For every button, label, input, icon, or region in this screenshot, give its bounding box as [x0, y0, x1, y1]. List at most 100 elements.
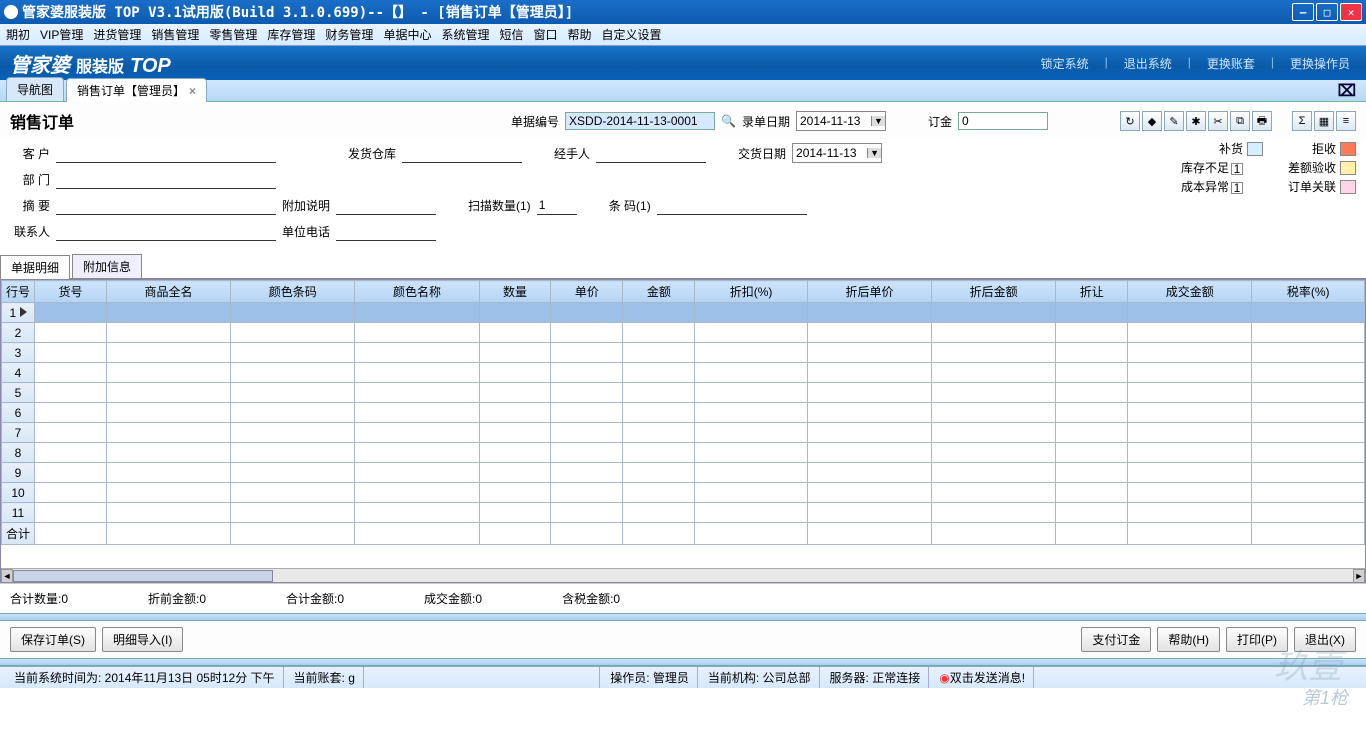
- grid-cell[interactable]: [479, 363, 551, 383]
- grid-cell[interactable]: [231, 303, 355, 323]
- grid-cell[interactable]: [231, 463, 355, 483]
- handler-input[interactable]: [596, 144, 706, 163]
- grid-cell[interactable]: [35, 403, 107, 423]
- tab-close-icon[interactable]: ×: [189, 84, 196, 98]
- grid-cell[interactable]: [932, 503, 1056, 523]
- grid-cell[interactable]: [623, 483, 695, 503]
- grid-cell[interactable]: [231, 323, 355, 343]
- grid-cell[interactable]: [1252, 483, 1365, 503]
- grid-cell[interactable]: [551, 483, 623, 503]
- code-icon[interactable]: ≡: [1336, 111, 1356, 131]
- grid-cell[interactable]: [1128, 323, 1252, 343]
- grid-cell[interactable]: [1128, 363, 1252, 383]
- detail-grid[interactable]: 行号货号商品全名颜色条码颜色名称数量单价金额折扣(%)折后单价折后金额折让成交金…: [0, 279, 1366, 583]
- grid-cell[interactable]: [1252, 363, 1365, 383]
- grid-cell[interactable]: [479, 423, 551, 443]
- table-row[interactable]: 8: [2, 443, 1365, 463]
- grid-cell[interactable]: [551, 463, 623, 483]
- grid-cell[interactable]: [551, 363, 623, 383]
- grid-cell[interactable]: [807, 363, 931, 383]
- grid-cell[interactable]: [1252, 443, 1365, 463]
- grid-cell[interactable]: [695, 503, 808, 523]
- chevron-down-icon[interactable]: ▼: [867, 148, 881, 158]
- grid-cell[interactable]: [623, 503, 695, 523]
- grid-cell[interactable]: [1056, 363, 1128, 383]
- rec-date-input[interactable]: [797, 114, 871, 128]
- grid-cell[interactable]: [932, 443, 1056, 463]
- grid-cell[interactable]: [1128, 403, 1252, 423]
- grid-cell[interactable]: [695, 403, 808, 423]
- grid-cell[interactable]: [1252, 323, 1365, 343]
- grid-cell[interactable]: [623, 443, 695, 463]
- grid-cell[interactable]: [623, 463, 695, 483]
- grid-cell[interactable]: [106, 463, 230, 483]
- column-header[interactable]: 行号: [2, 281, 35, 303]
- ship-wh-input[interactable]: [402, 144, 522, 163]
- menu-item[interactable]: 零售管理: [209, 26, 257, 43]
- brand-link[interactable]: 退出系统: [1118, 53, 1178, 74]
- grid-cell[interactable]: [231, 343, 355, 363]
- grid-cell[interactable]: [1128, 343, 1252, 363]
- column-header[interactable]: 成交金额: [1128, 281, 1252, 303]
- grid-cell[interactable]: [623, 363, 695, 383]
- grid-cell[interactable]: [1252, 383, 1365, 403]
- grid-cell[interactable]: [479, 503, 551, 523]
- grid-cell[interactable]: [1056, 483, 1128, 503]
- scrollbar-thumb[interactable]: [13, 570, 273, 582]
- grid-cell[interactable]: [1056, 343, 1128, 363]
- phone-input[interactable]: [336, 222, 436, 241]
- barcode-input[interactable]: [657, 196, 807, 215]
- column-header[interactable]: 税率(%): [1252, 281, 1365, 303]
- pay-deposit-button[interactable]: 支付订金: [1081, 627, 1151, 652]
- grid-cell[interactable]: [1128, 443, 1252, 463]
- grid-cell[interactable]: [932, 403, 1056, 423]
- grid-cell[interactable]: [479, 303, 551, 323]
- bug-icon[interactable]: ✱: [1186, 111, 1206, 131]
- grid-cell[interactable]: [35, 423, 107, 443]
- grid-cell[interactable]: [106, 503, 230, 523]
- menu-item[interactable]: 财务管理: [325, 26, 373, 43]
- table-row[interactable]: 7: [2, 423, 1365, 443]
- tab-extra-info[interactable]: 附加信息: [72, 254, 142, 278]
- grid-cell[interactable]: [807, 303, 931, 323]
- grid-cell[interactable]: [1056, 423, 1128, 443]
- grid-cell[interactable]: [932, 423, 1056, 443]
- grid-cell[interactable]: [1252, 503, 1365, 523]
- table-row[interactable]: 9: [2, 463, 1365, 483]
- grid-cell[interactable]: [479, 483, 551, 503]
- refresh-icon[interactable]: ↻: [1120, 111, 1140, 131]
- grid-cell[interactable]: [1252, 343, 1365, 363]
- menu-item[interactable]: 系统管理: [441, 26, 489, 43]
- minimize-button[interactable]: —: [1292, 3, 1314, 21]
- grid-cell[interactable]: [551, 323, 623, 343]
- grid-cell[interactable]: [1252, 423, 1365, 443]
- grid-cell[interactable]: [1252, 463, 1365, 483]
- menu-item[interactable]: 库存管理: [267, 26, 315, 43]
- tab-detail[interactable]: 单据明细: [0, 255, 70, 279]
- grid-cell[interactable]: [551, 503, 623, 523]
- grid-cell[interactable]: [932, 323, 1056, 343]
- grid-cell[interactable]: [623, 403, 695, 423]
- column-header[interactable]: 折后单价: [807, 281, 931, 303]
- grid-cell[interactable]: [1128, 383, 1252, 403]
- grid-cell[interactable]: [932, 343, 1056, 363]
- grid-cell[interactable]: [1056, 503, 1128, 523]
- grid-cell[interactable]: [106, 303, 230, 323]
- grid-cell[interactable]: [807, 383, 931, 403]
- grid-cell[interactable]: [1056, 383, 1128, 403]
- grid-cell[interactable]: [355, 323, 479, 343]
- grid-cell[interactable]: [807, 343, 931, 363]
- grid-cell[interactable]: [932, 303, 1056, 323]
- grid-cell[interactable]: [1056, 463, 1128, 483]
- grid-cell[interactable]: [932, 483, 1056, 503]
- close-button[interactable]: ✕: [1340, 3, 1362, 21]
- grid-cell[interactable]: [695, 423, 808, 443]
- grid-cell[interactable]: [623, 303, 695, 323]
- grid-cell[interactable]: [551, 423, 623, 443]
- grid-cell[interactable]: [231, 403, 355, 423]
- grid-cell[interactable]: [355, 403, 479, 423]
- tab-nav[interactable]: 导航图: [6, 77, 64, 101]
- brand-link[interactable]: 更换操作员: [1284, 53, 1356, 74]
- grid-cell[interactable]: [623, 423, 695, 443]
- grid-cell[interactable]: [106, 423, 230, 443]
